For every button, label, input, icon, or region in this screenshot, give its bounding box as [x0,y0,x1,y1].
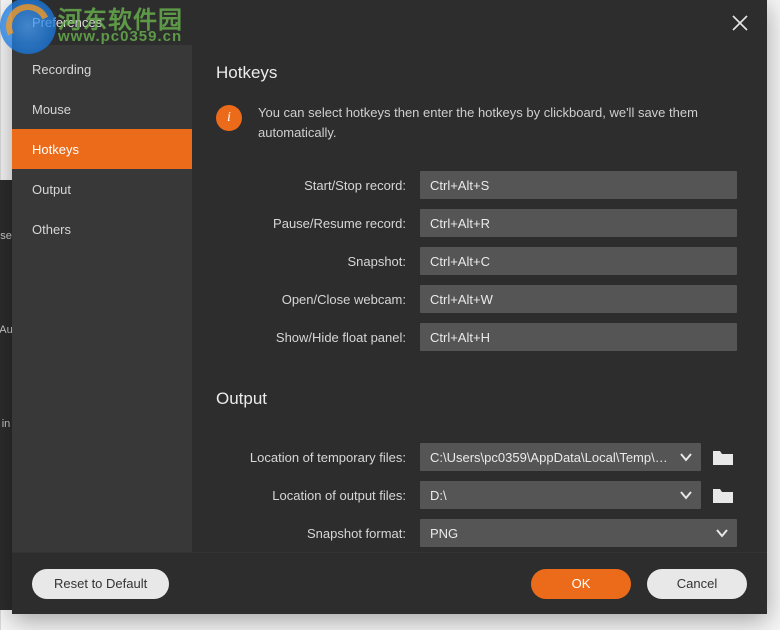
hotkey-input-pause-resume[interactable]: Ctrl+Alt+R [420,209,737,237]
field-label: Location of temporary files: [216,450,420,465]
close-icon[interactable] [731,14,749,32]
hotkey-row-float-panel: Show/Hide float panel: Ctrl+Alt+H [216,323,737,351]
titlebar: Preferences [12,0,767,45]
combo-value: PNG [430,526,458,541]
section-heading-hotkeys: Hotkeys [216,63,737,83]
output-row-snapshot-format: Snapshot format: PNG [216,519,737,547]
info-icon: i [216,105,242,131]
window-title: Preferences [32,15,102,30]
sidebar-item-label: Mouse [32,102,71,117]
field-label: Open/Close webcam: [216,292,420,307]
hotkey-input-snapshot[interactable]: Ctrl+Alt+C [420,247,737,275]
output-row-output-location: Location of output files: D:\ [216,481,737,509]
hotkey-input-float-panel[interactable]: Ctrl+Alt+H [420,323,737,351]
section-heading-output: Output [216,389,737,409]
sidebar-item-mouse[interactable]: Mouse [12,89,192,129]
info-text: You can select hotkeys then enter the ho… [258,103,737,143]
cancel-button[interactable]: Cancel [647,569,747,599]
ok-button[interactable]: OK [531,569,631,599]
chevron-down-icon [679,488,693,502]
sidebar-item-recording[interactable]: Recording [12,49,192,89]
browse-output-folder-button[interactable] [709,483,737,507]
content-scroll[interactable]: Hotkeys i You can select hotkeys then en… [192,45,767,552]
sidebar: Recording Mouse Hotkeys Output Others [12,45,192,552]
browse-temp-folder-button[interactable] [709,445,737,469]
field-label: Start/Stop record: [216,178,420,193]
chevron-down-icon [715,526,729,540]
hotkey-row-snapshot: Snapshot: Ctrl+Alt+C [216,247,737,275]
temp-location-combo[interactable]: C:\Users\pc0359\AppData\Local\Temp\Aisee… [420,443,701,471]
preferences-dialog: Preferences Recording Mouse Hotkeys Outp… [12,0,767,614]
sidebar-item-label: Hotkeys [32,142,79,157]
chevron-down-icon [679,450,693,464]
button-label: OK [572,576,591,591]
hotkey-input-webcam[interactable]: Ctrl+Alt+W [420,285,737,313]
sidebar-item-hotkeys[interactable]: Hotkeys [12,129,192,169]
field-label: Snapshot format: [216,526,420,541]
button-label: Cancel [677,576,717,591]
hotkey-input-start-stop[interactable]: Ctrl+Alt+S [420,171,737,199]
sidebar-item-others[interactable]: Others [12,209,192,249]
combo-value: C:\Users\pc0359\AppData\Local\Temp\Aisee… [430,450,671,465]
reset-to-default-button[interactable]: Reset to Default [32,569,169,599]
output-location-combo[interactable]: D:\ [420,481,701,509]
sidebar-item-output[interactable]: Output [12,169,192,209]
info-banner: i You can select hotkeys then enter the … [216,103,737,143]
combo-value: D:\ [430,488,447,503]
button-label: Reset to Default [54,576,147,591]
background-app-hint: seAuin [0,180,12,610]
hotkey-row-start-stop: Start/Stop record: Ctrl+Alt+S [216,171,737,199]
field-label: Pause/Resume record: [216,216,420,231]
hotkey-row-pause-resume: Pause/Resume record: Ctrl+Alt+R [216,209,737,237]
sidebar-item-label: Output [32,182,71,197]
sidebar-item-label: Others [32,222,71,237]
field-label: Snapshot: [216,254,420,269]
dialog-footer: Reset to Default OK Cancel [12,552,767,614]
field-label: Location of output files: [216,488,420,503]
field-label: Show/Hide float panel: [216,330,420,345]
sidebar-item-label: Recording [32,62,91,77]
output-row-temp-location: Location of temporary files: C:\Users\pc… [216,443,737,471]
hotkey-row-webcam: Open/Close webcam: Ctrl+Alt+W [216,285,737,313]
snapshot-format-combo[interactable]: PNG [420,519,737,547]
